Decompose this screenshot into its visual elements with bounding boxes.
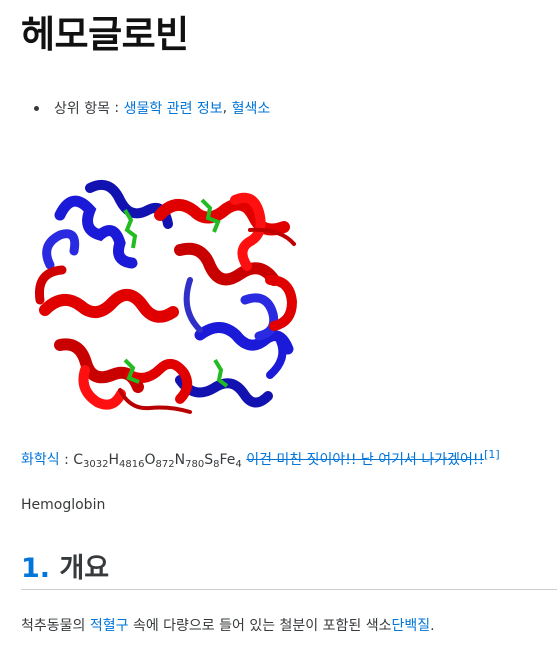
formula-element: N bbox=[174, 452, 186, 468]
parent-separator: : bbox=[109, 100, 124, 116]
summary-text: 척추동물의 bbox=[21, 618, 90, 634]
parent-documents-item: 상위 항목 : 생물학 관련 정보, 혈색소 bbox=[34, 98, 270, 118]
helix-ribbon bbox=[54, 338, 144, 393]
helix-ribbon bbox=[39, 289, 179, 323]
hemoglobin-structure-image[interactable] bbox=[30, 170, 312, 422]
helix-ribbon bbox=[240, 293, 279, 341]
formula-element: Fe bbox=[219, 452, 236, 468]
formula-element: H bbox=[108, 452, 120, 468]
formula-count: 780 bbox=[185, 459, 205, 470]
section-number-link[interactable]: 1. bbox=[21, 553, 50, 584]
link-biology-info[interactable]: 생물학 관련 정보 bbox=[124, 98, 223, 118]
link-red-blood-cell[interactable]: 적혈구 bbox=[90, 618, 129, 634]
parent-documents: 상위 항목 : 생물학 관련 정보, 혈색소 bbox=[34, 98, 270, 118]
formula-separator: : bbox=[59, 452, 74, 468]
english-name: Hemoglobin bbox=[21, 497, 106, 513]
link-hemochrome[interactable]: 혈색소 bbox=[232, 98, 271, 118]
formula-element: C bbox=[73, 452, 84, 468]
summary-text: . bbox=[430, 618, 435, 634]
parent-joiner: , bbox=[222, 100, 232, 116]
link-chemical-formula[interactable]: 화학식 bbox=[21, 452, 60, 468]
parent-label: 상위 항목 bbox=[54, 101, 110, 117]
summary-text: 속에 다량으로 들어 있는 철분이 포함된 색소 bbox=[128, 618, 392, 634]
helix-ribbon bbox=[266, 337, 287, 379]
strikethrough-note: 이건 미친 짓이야!! 난 여기서 나가겠어!! bbox=[246, 452, 485, 468]
page-title: 헤모글로빈 bbox=[21, 13, 189, 56]
formula-count: 4816 bbox=[119, 459, 145, 470]
formula-count: 4 bbox=[235, 459, 242, 470]
chemical-formula: 화학식 : C3032H4816O872N780S8Fe4 이건 미친 짓이야!… bbox=[21, 448, 500, 470]
formula-count: 872 bbox=[155, 459, 175, 470]
helix-ribbons bbox=[34, 180, 298, 414]
section-title: 개요 bbox=[59, 553, 110, 584]
overview-text: 척추동물의 적혈구 속에 다량으로 들어 있는 철분이 포함된 색소단백질. bbox=[21, 615, 435, 635]
section-heading-overview: 1. 개요 bbox=[21, 546, 557, 590]
formula-count: 3032 bbox=[83, 459, 109, 470]
helix-ribbon bbox=[174, 242, 280, 286]
bullet-icon bbox=[34, 105, 39, 111]
helix-ribbon bbox=[183, 277, 203, 333]
link-protein[interactable]: 단백질 bbox=[392, 618, 431, 634]
helix-ribbon bbox=[42, 229, 80, 270]
formula-element: S bbox=[204, 452, 214, 468]
footnote-link[interactable]: [1] bbox=[484, 448, 500, 461]
formula-element: O bbox=[144, 452, 156, 468]
